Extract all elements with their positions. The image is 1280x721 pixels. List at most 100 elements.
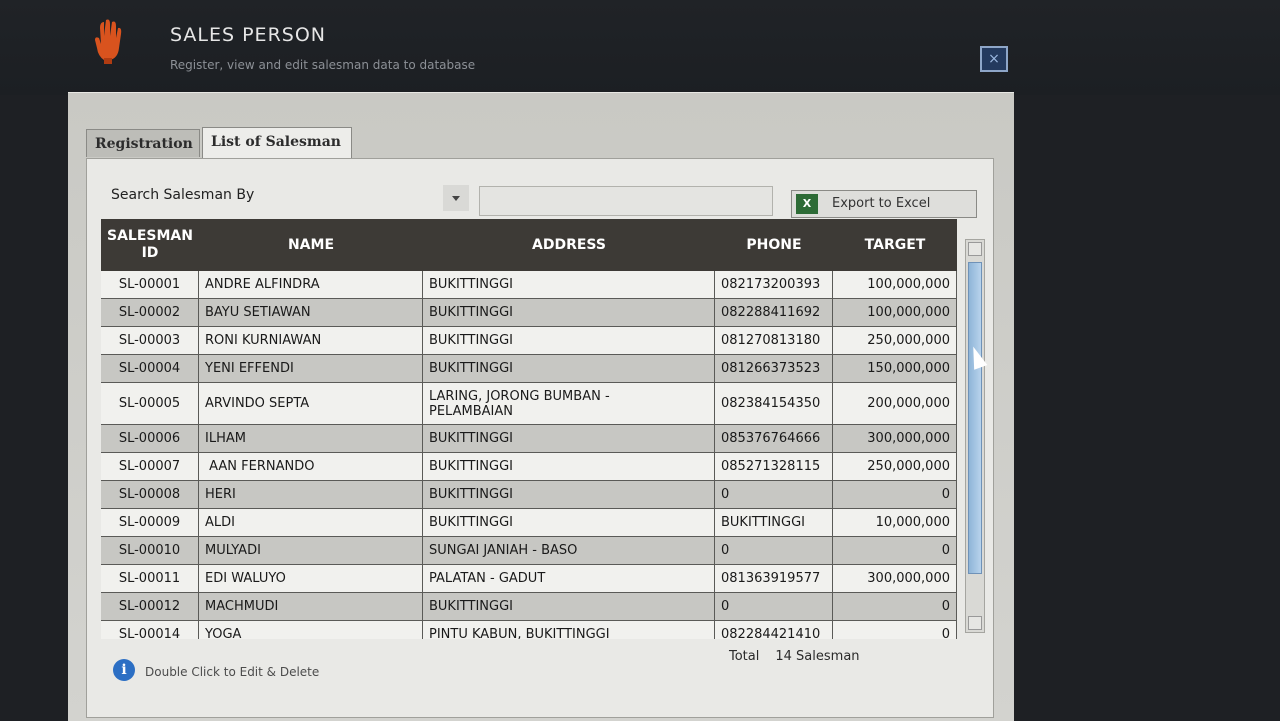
- table-row[interactable]: SL-00012 MACHMUDI BUKITTINGGI 0 0: [101, 593, 957, 621]
- cell-salesman-id: SL-00008: [101, 481, 199, 509]
- cell-address: BUKITTINGGI: [423, 299, 715, 327]
- cell-address: LARING, JORONG BUMBAN - PELAMBAIAN: [423, 383, 715, 425]
- cell-salesman-id: SL-00001: [101, 271, 199, 299]
- cell-target: 150,000,000: [833, 355, 957, 383]
- close-button[interactable]: ×: [980, 46, 1008, 72]
- cell-phone: 0: [715, 481, 833, 509]
- cell-address: BUKITTINGGI: [423, 425, 715, 453]
- cell-salesman-id: SL-00014: [101, 621, 199, 639]
- table-row[interactable]: SL-00002 BAYU SETIAWAN BUKITTINGGI 08228841…: [101, 299, 957, 327]
- table-row[interactable]: SL-00003 RONI KURNIAWAN BUKITTINGGI 0812708…: [101, 327, 957, 355]
- column-header-address[interactable]: ADDRESS: [423, 219, 715, 271]
- cell-name: HERI: [199, 481, 423, 509]
- window-title: SALES PERSON: [170, 24, 326, 46]
- table-row[interactable]: SL-00006 ILHAM BUKITTINGGI 085376764666 300,…: [101, 425, 957, 453]
- cell-phone: 082288411692: [715, 299, 833, 327]
- close-icon: ×: [988, 51, 1000, 67]
- hint-text: Double Click to Edit & Delete: [145, 665, 320, 679]
- cell-name: MULYADI: [199, 537, 423, 565]
- cell-address: BUKITTINGGI: [423, 593, 715, 621]
- main-panel: Registration List of Salesman Search Sal…: [68, 92, 1014, 721]
- cell-target: 0: [833, 621, 957, 639]
- cell-phone: BUKITTINGGI: [715, 509, 833, 537]
- cell-target: 0: [833, 593, 957, 621]
- cell-name: MACHMUDI: [199, 593, 423, 621]
- scroll-up-button[interactable]: [968, 242, 982, 256]
- table-row[interactable]: SL-00014 YOGA PINTU KABUN, BUKITTINGGI 0822…: [101, 621, 957, 639]
- window-header: SALES PERSON Register, view and edit sal…: [0, 0, 1280, 95]
- search-label: Search Salesman By: [111, 187, 255, 203]
- search-input[interactable]: [479, 186, 773, 216]
- cell-address: BUKITTINGGI: [423, 355, 715, 383]
- total-count: 14 Salesman: [775, 649, 860, 664]
- column-header-name[interactable]: NAME: [199, 219, 423, 271]
- cell-address: PINTU KABUN, BUKITTINGGI: [423, 621, 715, 639]
- cell-salesman-id: SL-00004: [101, 355, 199, 383]
- cell-salesman-id: SL-00005: [101, 383, 199, 425]
- cell-target: 250,000,000: [833, 327, 957, 355]
- cell-salesman-id: SL-00007: [101, 453, 199, 481]
- cell-phone: 081270813180: [715, 327, 833, 355]
- cell-name: ARVINDO SEPTA: [199, 383, 423, 425]
- cell-name: ALDI: [199, 509, 423, 537]
- hand-icon: [95, 19, 122, 64]
- table-row[interactable]: SL-00011 EDI WALUYO PALATAN - GADUT 0813639…: [101, 565, 957, 593]
- export-label: Export to Excel: [832, 196, 931, 211]
- cell-target: 300,000,000: [833, 425, 957, 453]
- table-row[interactable]: SL-00007 AAN FERNANDO BUKITTINGGI 08527132…: [101, 453, 957, 481]
- cell-phone: 082384154350: [715, 383, 833, 425]
- table-row[interactable]: SL-00009 ALDI BUKITTINGGI BUKITTINGGI 10,000…: [101, 509, 957, 537]
- cell-name: ANDRE ALFINDRA: [199, 271, 423, 299]
- tab-registration[interactable]: Registration: [86, 129, 200, 157]
- cell-target: 100,000,000: [833, 271, 957, 299]
- search-by-dropdown[interactable]: [443, 185, 469, 211]
- cell-salesman-id: SL-00012: [101, 593, 199, 621]
- cell-salesman-id: SL-00002: [101, 299, 199, 327]
- table-row[interactable]: SL-00001 ANDRE ALFINDRA BUKITTINGGI 0821732…: [101, 271, 957, 299]
- cell-salesman-id: SL-00006: [101, 425, 199, 453]
- total-summary: Total 14 Salesman: [729, 649, 860, 664]
- cell-target: 200,000,000: [833, 383, 957, 425]
- cell-phone: 082173200393: [715, 271, 833, 299]
- cell-name: ILHAM: [199, 425, 423, 453]
- cell-name: AAN FERNANDO: [199, 453, 423, 481]
- cell-address: BUKITTINGGI: [423, 509, 715, 537]
- scroll-thumb[interactable]: [968, 262, 982, 574]
- cell-name: EDI WALUYO: [199, 565, 423, 593]
- salesman-table: SALESMAN ID NAME ADDRESS PHONE TARGET SL…: [101, 219, 957, 639]
- column-header-target[interactable]: TARGET: [833, 219, 957, 271]
- cell-target: 250,000,000: [833, 453, 957, 481]
- cell-name: BAYU SETIAWAN: [199, 299, 423, 327]
- total-label: Total: [729, 649, 760, 664]
- scroll-down-button[interactable]: [968, 616, 982, 630]
- column-header-salesman-id[interactable]: SALESMAN ID: [101, 219, 199, 271]
- cell-address: SUNGAI JANIAH - BASO: [423, 537, 715, 565]
- table-row[interactable]: SL-00004 YENI EFFENDI BUKITTINGGI 081266373…: [101, 355, 957, 383]
- cell-address: BUKITTINGGI: [423, 481, 715, 509]
- cell-target: 0: [833, 481, 957, 509]
- cell-phone: 085376764666: [715, 425, 833, 453]
- cell-target: 10,000,000: [833, 509, 957, 537]
- table-row[interactable]: SL-00008 HERI BUKITTINGGI 0 0: [101, 481, 957, 509]
- export-to-excel-button[interactable]: X Export to Excel: [791, 190, 977, 218]
- vertical-scrollbar[interactable]: [965, 239, 985, 633]
- cell-salesman-id: SL-00010: [101, 537, 199, 565]
- cell-phone: 0: [715, 537, 833, 565]
- cell-name: RONI KURNIAWAN: [199, 327, 423, 355]
- cell-name: YOGA: [199, 621, 423, 639]
- cell-salesman-id: SL-00011: [101, 565, 199, 593]
- column-header-phone[interactable]: PHONE: [715, 219, 833, 271]
- table-row[interactable]: SL-00005 ARVINDO SEPTA LARING, JORONG BUMB…: [101, 383, 957, 425]
- table-header: SALESMAN ID NAME ADDRESS PHONE TARGET: [101, 219, 957, 271]
- cell-phone: 081266373523: [715, 355, 833, 383]
- cell-address: BUKITTINGGI: [423, 271, 715, 299]
- cell-target: 100,000,000: [833, 299, 957, 327]
- info-icon: i: [113, 659, 135, 681]
- cell-salesman-id: SL-00009: [101, 509, 199, 537]
- excel-icon: X: [796, 194, 818, 214]
- cell-address: PALATAN - GADUT: [423, 565, 715, 593]
- cell-name: YENI EFFENDI: [199, 355, 423, 383]
- tab-list-of-salesman[interactable]: List of Salesman: [202, 127, 352, 159]
- cell-target: 300,000,000: [833, 565, 957, 593]
- table-row[interactable]: SL-00010 MULYADI SUNGAI JANIAH - BASO 0 0: [101, 537, 957, 565]
